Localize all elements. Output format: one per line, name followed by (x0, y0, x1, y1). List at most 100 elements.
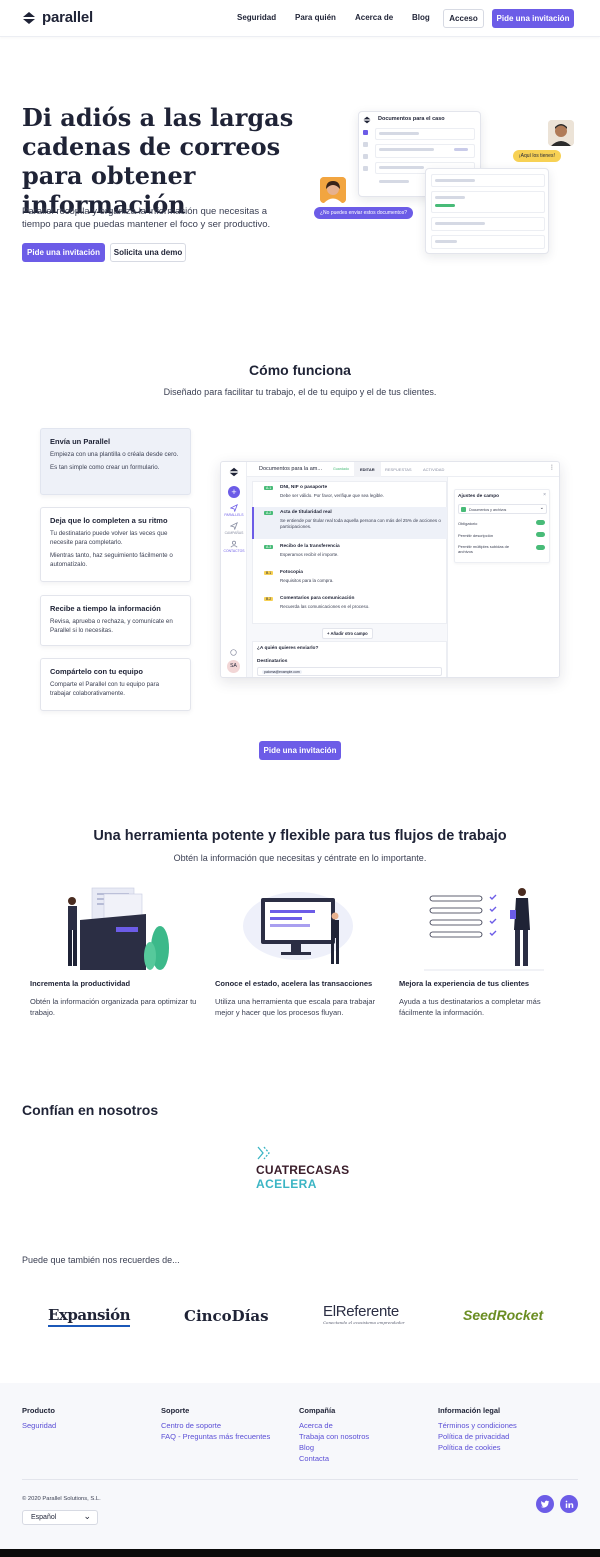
step-send[interactable]: Envía un Parallel Empieza con una planti… (40, 428, 191, 495)
app-preview: + PARALLELS CAMPAÑAS CONTACTOS SA Docume… (220, 461, 560, 678)
feature-text-status: Utiliza una herramienta que escala para … (215, 997, 376, 1017)
seedrocket-text: SeedRocket (463, 1307, 544, 1323)
field-desc: Esperamos recibir el importe. (280, 552, 339, 557)
hero-invite-button[interactable]: Pide una invitación (22, 243, 105, 262)
language-value: Español (31, 1514, 57, 1521)
press-logo-elreferente: ElReferente Conectando el ecosistema emp… (323, 1303, 405, 1325)
footer-link-jobs[interactable]: Trabaja con nosotros (299, 1432, 369, 1441)
features-subtitle: Obtén la información que necesitas y cén… (173, 853, 427, 863)
nav-invite-button[interactable]: Pide una invitación (492, 9, 574, 28)
footer-heading: Soporte (161, 1406, 190, 1415)
recipients-label: Destinatarios (257, 659, 288, 664)
nav-link-para-quien[interactable]: Para quién (295, 13, 336, 22)
nav-link-blog[interactable]: Blog (412, 13, 430, 22)
field-title: Comentarios para comunicación (280, 596, 355, 601)
cincodias-text: CincoDías (184, 1307, 269, 1325)
field-row[interactable]: B.1 Fotocopia Requisitos para la compra. (252, 567, 447, 591)
sidebar-parallels[interactable]: PARALLELS (222, 513, 246, 517)
linkedin-button[interactable] (560, 1495, 578, 1513)
tab-actividad[interactable]: ACTIVIDAD (423, 462, 444, 477)
step-text: Es tan simple como crear un formulario. (50, 464, 160, 471)
field-row[interactable]: B.2 Comentarios para comunicación Recuer… (252, 593, 447, 617)
feature-text-experience: Ayuda a tus destinatarios a completar má… (399, 997, 541, 1017)
hero-demo-button[interactable]: Solicita una demo (110, 243, 186, 262)
how-invite-button[interactable]: Pide una invitación (259, 741, 341, 760)
login-button[interactable]: Acceso (443, 9, 484, 28)
option-label: Obligatorio (458, 521, 478, 526)
add-field-button[interactable]: + Añadir otro campo (322, 628, 373, 639)
footer-heading: Información legal (438, 1406, 501, 1415)
footer-link-about[interactable]: Acerca de (299, 1421, 333, 1430)
footer-link-privacy[interactable]: Política de privacidad (438, 1432, 509, 1441)
hero-illustration: Documentos para el caso ¡Aquí los tienes… (310, 105, 580, 265)
press-logo-seedrocket: SeedRocket (463, 1307, 543, 1325)
language-select[interactable]: Español ⌄ (22, 1510, 98, 1525)
new-parallel-button[interactable]: + (228, 486, 240, 498)
field-type-select[interactable]: Documentos y archivos ⌄ (458, 504, 547, 514)
linkedin-icon (565, 1500, 573, 1508)
sidebar-campaigns[interactable]: CAMPAÑAS (222, 531, 246, 535)
recipient-chip[interactable]: paloma@example.com (262, 669, 302, 674)
mock-form-card (425, 168, 549, 254)
field-row[interactable]: A.1 DNI, NIF o pasaporte Debe ser válido… (252, 482, 447, 504)
nav-link-seguridad[interactable]: Seguridad (237, 13, 276, 22)
tab-editar[interactable]: EDITAR (354, 462, 381, 477)
field-tag: B.1 (264, 571, 274, 575)
sidebar-contacts[interactable]: CONTACTOS (222, 549, 246, 553)
field-title: DNI, NIF o pasaporte (280, 485, 328, 490)
more-options-icon[interactable]: ⋮ (549, 464, 555, 471)
step-share[interactable]: Compártelo con tu equipo Comparte el Par… (40, 658, 191, 711)
productivity-illustration (50, 884, 180, 974)
help-icon[interactable] (230, 649, 237, 656)
step-complete[interactable]: Deja que lo completen a su ritmo Tu dest… (40, 507, 191, 582)
logo-text: parallel (42, 9, 93, 26)
footer-divider (22, 1479, 578, 1480)
tab-respuestas[interactable]: RESPUESTAS (385, 462, 412, 477)
field-row[interactable]: A.3 Recibo de la transferencia Esperamos… (252, 541, 447, 565)
footer-link-terms[interactable]: Términos y condiciones (438, 1421, 517, 1430)
close-icon[interactable]: × (543, 492, 546, 498)
experience-illustration (424, 882, 544, 974)
parallel-logo-icon (23, 11, 35, 24)
footer-link-contact[interactable]: Contacta (299, 1454, 329, 1463)
document-type-icon (461, 506, 466, 512)
recipients-input[interactable]: paloma@example.com (257, 667, 442, 676)
footer-link-seguridad[interactable]: Seguridad (22, 1421, 56, 1430)
user-avatar[interactable]: SA (227, 660, 240, 673)
app-left-sidebar: + PARALLELS CAMPAÑAS CONTACTOS SA (221, 462, 247, 677)
step-text: Tu destinatario puede volver las veces q… (50, 530, 168, 546)
press-logo-cincodias: CincoDías (184, 1307, 269, 1326)
field-desc: Requisitos para la compra. (280, 578, 334, 583)
step-receive[interactable]: Recibe a tiempo la información Revisa, a… (40, 595, 191, 646)
chevron-down-icon: ⌄ (539, 505, 544, 511)
twitter-button[interactable] (536, 1495, 554, 1513)
footer-link-faq[interactable]: FAQ - Preguntas más frecuentes (161, 1432, 270, 1441)
footer-link-support[interactable]: Centro de soporte (161, 1421, 221, 1430)
footer-link-blog[interactable]: Blog (299, 1443, 314, 1452)
nav-link-acerca-de[interactable]: Acerca de (355, 13, 393, 22)
send-icon (230, 504, 238, 512)
paper-plane-icon (230, 522, 238, 530)
step-text: Mientras tanto, haz seguimiento fácilmen… (50, 552, 173, 568)
toggle-multiple[interactable] (536, 545, 545, 550)
how-subtitle: Diseñado para facilitar tu trabajo, el d… (163, 387, 437, 397)
toggle-required[interactable] (536, 520, 545, 525)
answer-bubble: ¡Aquí los tienes! (513, 150, 561, 162)
page-bottom-bar (0, 1549, 600, 1557)
footer-link-cookies[interactable]: Política de cookies (438, 1443, 501, 1452)
how-title: Cómo funciona (249, 362, 351, 378)
toggle-description[interactable] (536, 532, 545, 537)
cuatrecasas-logo: CUATRECASAS ACELERA (256, 1145, 356, 1195)
logo[interactable]: parallel (22, 9, 93, 26)
step-text: Empieza con una plantilla o créala desde… (50, 451, 179, 458)
saved-status: Guardado (333, 467, 349, 471)
step-text: Comparte el Parallel con tu equipo para … (50, 681, 160, 697)
field-row-selected[interactable]: A.2 Acta de titularidad real Se entiende… (252, 507, 447, 539)
elreferente-tagline: Conectando el ecosistema emprendedor (323, 1320, 405, 1325)
app-topbar: Documentos para la am... Guardado EDITAR… (247, 462, 559, 477)
step-title: Recibe a tiempo la información (50, 604, 161, 613)
footer-heading: Compañía (299, 1406, 336, 1415)
option-label: Permitir múltiples subidas de archivos (458, 544, 510, 554)
field-tag: A.3 (264, 545, 274, 549)
doc-title[interactable]: Documentos para la am... (259, 466, 322, 472)
